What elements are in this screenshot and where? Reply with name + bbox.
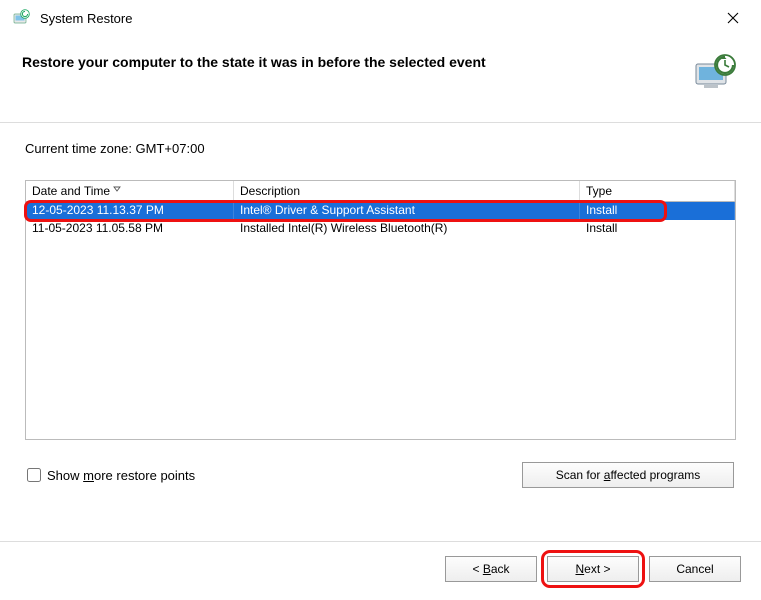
column-label: Date and Time [32,184,110,198]
column-label: Description [240,184,300,198]
cell-type: Install [580,220,735,238]
table-header: Date and Time Description Type [26,181,735,202]
restore-wizard-icon [691,52,739,94]
close-icon [727,12,739,24]
column-header-description[interactable]: Description [234,181,580,201]
title-bar: System Restore [0,0,761,36]
timezone-label: Current time zone: GMT+07:00 [25,141,736,156]
show-more-checkbox[interactable] [27,468,41,482]
column-header-date[interactable]: Date and Time [26,181,234,201]
table-row[interactable]: 12-05-2023 11.13.37 PMIntel® Driver & Su… [26,202,735,220]
back-button[interactable]: < Back [445,556,537,582]
window-title: System Restore [40,11,132,26]
cancel-button[interactable]: Cancel [649,556,741,582]
instruction-text: Restore your computer to the state it wa… [22,52,691,70]
wizard-header: Restore your computer to the state it wa… [0,36,761,123]
table-row[interactable]: 11-05-2023 11.05.58 PMInstalled Intel(R)… [26,220,735,238]
cell-description: Installed Intel(R) Wireless Bluetooth(R) [234,220,580,238]
next-button[interactable]: Next > [547,556,639,582]
column-header-type[interactable]: Type [580,181,735,201]
restore-points-table[interactable]: Date and Time Description Type 12-05-202… [25,180,736,440]
table-body: 12-05-2023 11.13.37 PMIntel® Driver & Su… [26,202,735,238]
sort-descending-icon [112,184,122,194]
cell-description: Intel® Driver & Support Assistant [234,202,580,220]
scan-affected-programs-button[interactable]: Scan for affected programs [522,462,734,488]
cell-date: 11-05-2023 11.05.58 PM [26,220,234,238]
column-label: Type [586,184,612,198]
restore-icon [12,8,32,28]
show-more-label[interactable]: Show more restore points [47,468,195,483]
wizard-footer: < Back Next > Cancel [0,541,761,600]
cell-date: 12-05-2023 11.13.37 PM [26,202,234,220]
cell-type: Install [580,202,735,220]
wizard-body: Current time zone: GMT+07:00 Date and Ti… [0,123,761,498]
close-button[interactable] [711,3,755,33]
